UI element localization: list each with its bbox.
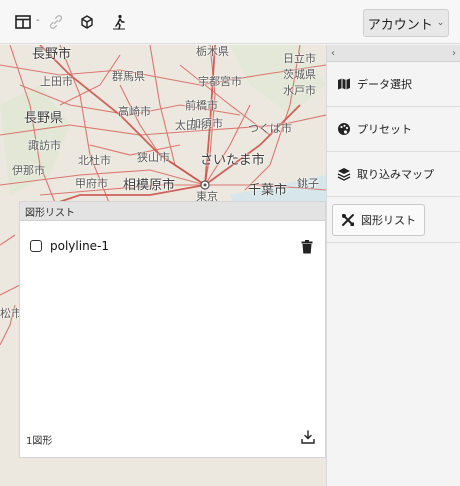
collapse-right-icon[interactable]: › (452, 48, 456, 59)
account-button[interactable]: アカウント ⌄ (363, 9, 449, 37)
chevron-down-icon: ⌄ (436, 18, 445, 28)
collapse-left-icon[interactable]: ‹ (331, 48, 335, 59)
map-label: さいたま市 (200, 153, 265, 168)
map-label: 相模原市 (123, 178, 176, 193)
side-item-preset[interactable]: プリセット (327, 107, 460, 152)
account-label: アカウント (367, 17, 433, 33)
map-label: 狭山市 (137, 151, 170, 164)
layers-icon (337, 167, 351, 181)
map-label: 長野県 (24, 111, 64, 126)
map-label: 上田市 (40, 75, 73, 88)
shape-list-panel: 図形リスト polyline-1 1図形 (19, 201, 326, 458)
map-label: 北杜市 (78, 154, 111, 167)
map-label: 高崎市 (118, 105, 151, 118)
shape-count: 1図形 (26, 436, 53, 447)
side-item-label: プリセット (357, 123, 412, 136)
side-item-label: 図形リスト (361, 213, 416, 227)
toolbar-separator: - (36, 15, 40, 26)
side-item-shape-list[interactable]: 図形リスト (327, 197, 460, 243)
map-label: 加須市 (190, 117, 223, 130)
map-label: 茨城県 (283, 68, 316, 81)
shape-visibility-checkbox[interactable] (30, 240, 42, 252)
map-label: 宇都宮市 (198, 75, 242, 88)
map-label: つくば市 (248, 122, 292, 135)
tools-icon (341, 213, 355, 227)
map-label: 長野市 (32, 47, 72, 62)
map-label: 伊那市 (12, 164, 45, 177)
map-label: 群馬県 (112, 70, 145, 83)
map-label: 甲府市 (75, 177, 108, 190)
download-icon[interactable] (301, 429, 315, 448)
side-item-label: 取り込みマップ (357, 168, 434, 181)
shape-name: polyline-1 (50, 239, 110, 253)
map-label: 千葉市 (248, 183, 288, 198)
trash-icon[interactable] (301, 239, 313, 258)
map-label: 日立市 (283, 52, 316, 65)
list-item[interactable]: polyline-1 (30, 236, 315, 256)
side-item-label: データ選択 (357, 78, 412, 91)
cube-icon[interactable] (76, 12, 98, 32)
side-item-imported-maps[interactable]: 取り込みマップ (327, 152, 460, 197)
pedestrian-icon[interactable] (108, 12, 130, 32)
palette-icon (337, 122, 351, 136)
map-label: 諏訪市 (28, 139, 61, 152)
side-panel-header: ‹ › (327, 45, 460, 62)
map-label: 銚子 (297, 177, 319, 190)
map-label: 栃木県 (196, 45, 229, 58)
side-item-data-select[interactable]: データ選択 (327, 62, 460, 107)
link-icon[interactable] (45, 12, 67, 32)
map-label: 前橋市 (185, 99, 218, 112)
layout-columns-icon[interactable] (12, 12, 34, 32)
side-panel: ‹ › データ選択 プリセット 取り込みマップ 図形リスト (326, 45, 460, 486)
map-icon (337, 77, 351, 91)
shape-list-title: 図形リスト (20, 202, 325, 221)
top-toolbar: - アカウント ⌄ (0, 0, 460, 44)
shape-list-button[interactable]: 図形リスト (332, 203, 425, 236)
map-label: 水戸市 (283, 84, 316, 97)
